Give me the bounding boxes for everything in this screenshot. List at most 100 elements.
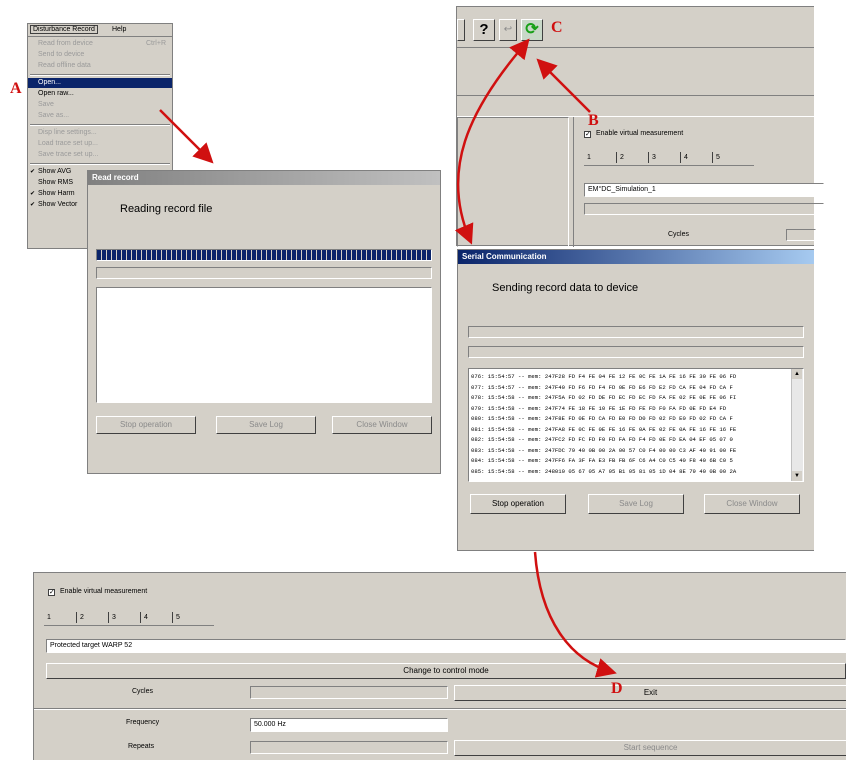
virtual-measurement-top: ✓ Enable virtual measurement 12345 EM°DC… — [573, 117, 824, 247]
menu-help[interactable]: Help — [112, 26, 126, 33]
log-line: 083: 15:54:58 -- mem: 247FDC 79 40 0B 00… — [471, 446, 737, 454]
menu-item: Save as... — [28, 111, 172, 121]
toolbar-left-button[interactable] — [457, 19, 465, 41]
scroll-up-icon[interactable]: ▲ — [792, 369, 802, 379]
send-progress-bar-2 — [468, 346, 804, 358]
tab-5[interactable]: 5 — [712, 152, 742, 163]
menu-item-label: Save — [38, 101, 54, 108]
toolbar: ? ↩ ⟳ — [457, 7, 814, 48]
read-stop-button[interactable]: Stop operation — [96, 416, 196, 434]
cycles-field-top[interactable] — [786, 229, 816, 241]
repeats-field[interactable] — [250, 741, 448, 754]
read-save-log-button[interactable]: Save Log — [216, 416, 316, 434]
menu-item: Read offline data — [28, 61, 172, 71]
menu-item: Disp line settings... — [28, 128, 172, 138]
log-line: 084: 15:54:58 -- mem: 247FF6 FA 3F FA E3… — [471, 457, 733, 464]
start-sequence-button[interactable]: Start sequence — [454, 740, 846, 756]
menu-bar: Disturbance Record Help — [28, 24, 172, 37]
send-close-button[interactable]: Close Window — [704, 494, 800, 514]
read-progress-bar-2 — [96, 267, 432, 279]
protected-target-field[interactable]: Protected target WARP 52 — [46, 639, 846, 653]
tab-1[interactable]: 1 — [44, 612, 73, 623]
tab-2[interactable]: 2 — [76, 612, 106, 623]
serial-dialog-title: Serial Communication — [462, 252, 547, 261]
menu-item-label: Show Vector — [38, 201, 78, 208]
menu-item-label: Open... — [38, 79, 61, 86]
check-icon: ✔ — [30, 191, 36, 197]
left-subpanel — [457, 117, 569, 247]
back-arrow-icon[interactable]: ↩ — [499, 19, 517, 41]
simulation-name-field[interactable]: EM°DC_Simulation_1 — [584, 183, 824, 197]
refresh-icon[interactable]: ⟳ — [521, 19, 543, 41]
tab-3[interactable]: 3 — [648, 152, 678, 163]
log-lines: 076: 15:54:57 -- mem: 247F28 FD F4 FE 04… — [469, 372, 791, 481]
tab-2[interactable]: 2 — [616, 152, 646, 163]
menu-item-label: Save as... — [38, 112, 70, 119]
read-log-area[interactable] — [96, 287, 432, 403]
read-dialog-title: Read record — [92, 173, 139, 182]
top-bar-field — [584, 203, 824, 215]
tab-3[interactable]: 3 — [108, 612, 138, 623]
log-line: 079: 15:54:58 -- mem: 247F74 FE 18 FE 10… — [471, 404, 727, 412]
menu-item: Save — [28, 100, 172, 110]
annotation-a: A — [10, 80, 22, 97]
tabs-bottom: 12345 — [44, 611, 214, 626]
log-scrollbar[interactable]: ▲ ▼ — [791, 369, 803, 481]
read-progress-bar — [96, 249, 432, 261]
send-log-list[interactable]: 076: 15:54:57 -- mem: 247F28 FD F4 FE 04… — [468, 368, 804, 482]
menu-item-label: Read offline data — [38, 62, 91, 69]
annotation-d: D — [611, 680, 623, 697]
tab-5[interactable]: 5 — [172, 612, 202, 623]
menu-item-label: Disp line settings... — [38, 129, 97, 136]
main-window-panel: ? ↩ ⟳ ✓ Enable virtual measurement 12345… — [456, 6, 824, 247]
bottom-divider — [34, 708, 846, 710]
send-progress-bar — [468, 326, 804, 338]
menu-item-label: Send to device — [38, 51, 85, 58]
cycles-field-bottom[interactable] — [250, 686, 448, 699]
frequency-field[interactable]: 50.000 Hz — [250, 718, 448, 732]
menu-item-shortcut: Ctrl+R — [145, 40, 166, 47]
log-line: 076: 15:54:57 -- mem: 247F28 FD F4 FE 04… — [471, 373, 737, 380]
menu-disturbance-record[interactable]: Disturbance Record — [30, 25, 98, 34]
menu-item[interactable]: Open raw... — [28, 89, 172, 99]
enable-virtual-checkbox-bottom[interactable]: ✓ — [48, 589, 55, 596]
scroll-down-icon[interactable]: ▼ — [792, 471, 802, 481]
log-line: 080: 15:54:58 -- mem: 247F8E FD 0E FD CA… — [471, 415, 733, 422]
log-line: 085: 15:54:58 -- mem: 248010 05 67 05 A7… — [471, 467, 737, 475]
menu-item-label: Show RMS — [38, 179, 74, 186]
annotation-b: B — [588, 112, 599, 129]
repeats-label: Repeats — [128, 743, 155, 750]
menu-item: Load trace set up... — [28, 139, 172, 149]
help-icon[interactable]: ? — [473, 19, 495, 41]
log-line: 082: 15:54:58 -- mem: 247FC2 FD FC FD F0… — [471, 436, 733, 443]
annotation-c: C — [551, 19, 563, 36]
serial-communication-dialog: Serial Communication Sending record data… — [457, 249, 814, 551]
tab-4[interactable]: 4 — [680, 152, 710, 163]
menu-item-label: Load trace set up... — [38, 140, 98, 147]
menu-item-label: Save trace set up... — [38, 151, 99, 158]
menu-item: Send to device — [28, 50, 172, 60]
tab-1[interactable]: 1 — [584, 152, 613, 163]
menu-item-label: Read from device — [38, 40, 93, 47]
read-record-dialog: Read record Reading record file Stop ope… — [87, 170, 441, 474]
read-close-button[interactable]: Close Window — [332, 416, 432, 434]
menu-item[interactable]: Open... — [28, 78, 172, 88]
enable-virtual-label-top: Enable virtual measurement — [596, 130, 684, 137]
log-line: 078: 15:54:58 -- mem: 247F5A FD 02 FD DE… — [471, 394, 737, 401]
serial-dialog-message: Sending record data to device — [492, 282, 639, 294]
change-to-control-mode-button[interactable]: Change to control mode — [46, 663, 846, 679]
enable-virtual-checkbox-top[interactable]: ✓ — [584, 131, 591, 138]
menu-separator — [30, 124, 170, 126]
send-save-log-button[interactable]: Save Log — [588, 494, 684, 514]
menu-item-label: Show AVG — [38, 168, 72, 175]
tab-4[interactable]: 4 — [140, 612, 170, 623]
menu-item-label: Open raw... — [38, 90, 74, 97]
menu-item-label: Show Harm — [38, 190, 75, 197]
menu-separator — [30, 163, 170, 165]
check-icon: ✔ — [30, 169, 36, 175]
log-line: 077: 15:54:57 -- mem: 247F40 FD F6 FD F4… — [471, 383, 733, 391]
menu-item: Save trace set up... — [28, 150, 172, 160]
send-stop-button[interactable]: Stop operation — [470, 494, 566, 514]
log-line: 081: 15:54:58 -- mem: 247FA8 FE 0C FE 0E… — [471, 425, 737, 433]
exit-button[interactable]: Exit — [454, 685, 846, 701]
